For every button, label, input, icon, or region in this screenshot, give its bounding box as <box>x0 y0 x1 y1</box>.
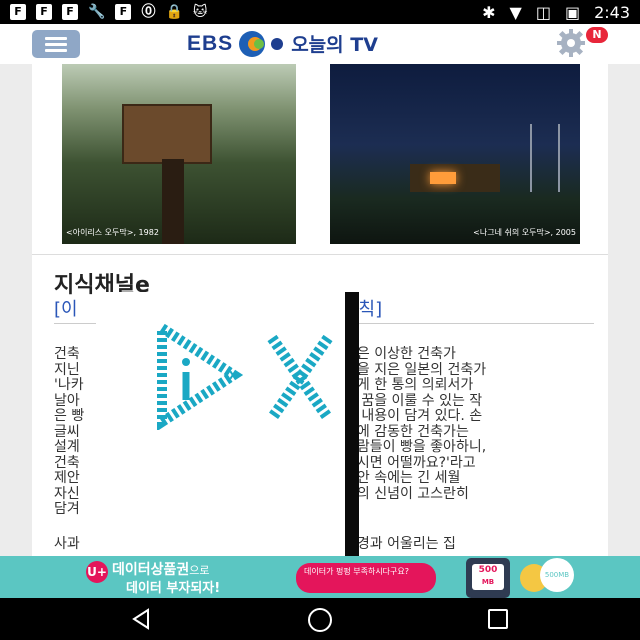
banner-line1: 데이터상품권으로 <box>112 562 210 578</box>
phone-graphic: 500 MB <box>466 558 510 598</box>
banner-speech-bubble: 데이터가 펑펑 부족하시다구요? <box>296 563 436 593</box>
ad-choices-play-icon[interactable] <box>154 320 244 430</box>
menu-button[interactable] <box>32 30 80 58</box>
coin-label: 500MB <box>540 558 574 592</box>
status-left-icons: F F F 🔧 F ⓪ 🔒 🐱 <box>10 4 207 20</box>
notification-badge: N <box>586 27 608 43</box>
settings-gear-icon[interactable] <box>556 28 586 58</box>
treehouse-photo: <아이리스 오두막>, 1982 <box>62 64 296 244</box>
body-bottom-left: 사과 <box>54 536 80 552</box>
ad-divider <box>345 292 359 556</box>
wifi-icon: ▼ <box>509 2 522 22</box>
status-bar: F F F 🔧 F ⓪ 🔒 🐱 ✱ ▼ ◫ ▣ 2:43 <box>0 0 640 24</box>
ad-banner[interactable]: U+ 데이터상품권으로 데이터 부자되자! 데이터가 펑펑 부족하시다구요? 5… <box>0 556 640 598</box>
wrench-icon: 🔧 <box>88 4 106 20</box>
ebs-logo[interactable]: EBS 오늘의 TV <box>187 30 378 57</box>
article-body-left: 건축 지닌 '나카 날아 은 빵 글씨 설계 건축 제안 자신 담겨 <box>54 346 85 517</box>
circle-icon: ⓪ <box>141 4 156 20</box>
status-right-icons: ✱ ▼ ◫ ▣ 2:43 <box>482 3 630 22</box>
recent-apps-icon[interactable] <box>488 609 508 629</box>
menu-icon-line <box>45 36 67 40</box>
logo-ebs-text: EBS <box>187 31 234 55</box>
back-icon[interactable] <box>130 608 152 630</box>
photo-caption-left: <아이리스 오두막>, 1982 <box>66 228 159 237</box>
night-hut-photo: <나그네 쉬의 오두막>, 2005 <box>330 64 580 244</box>
ad-close-icon[interactable] <box>262 328 338 428</box>
facebook-icon: F <box>115 4 132 20</box>
facebook-icon: F <box>62 4 78 20</box>
logo-tv-text: 오늘의 TV <box>291 34 378 56</box>
lock-icon: 🔒 <box>165 4 183 20</box>
body-bottom-right: 풍경과 어울리는 집 <box>344 536 456 552</box>
bluetooth-icon: ✱ <box>482 2 496 22</box>
photo-caption-right: <나그네 쉬의 오두막>, 2005 <box>473 228 576 237</box>
signal-icon: ◫ <box>535 2 551 22</box>
app-bar: EBS 오늘의 TV N <box>0 24 640 64</box>
article-body-right: 같은 이상한 건축가 현을 지은 일본의 건축가 에게 한 통의 의뢰서가 의 … <box>344 346 487 502</box>
article-subtitle-left[interactable]: [이 <box>54 295 78 321</box>
banner-line2: 데이터 부자되자! <box>126 581 221 596</box>
menu-icon-line <box>45 42 67 46</box>
home-icon[interactable] <box>308 608 332 632</box>
facebook-icon: F <box>36 4 52 20</box>
facebook-icon: F <box>10 4 26 20</box>
status-time: 2:43 <box>594 2 630 22</box>
navigation-bar <box>0 598 640 640</box>
battery-icon: ▣ <box>564 2 581 22</box>
logo-circles-icon <box>239 30 285 57</box>
menu-icon-line <box>45 48 67 52</box>
uplus-logo: U+ <box>86 561 108 583</box>
cat-icon: 🐱 <box>192 4 208 20</box>
